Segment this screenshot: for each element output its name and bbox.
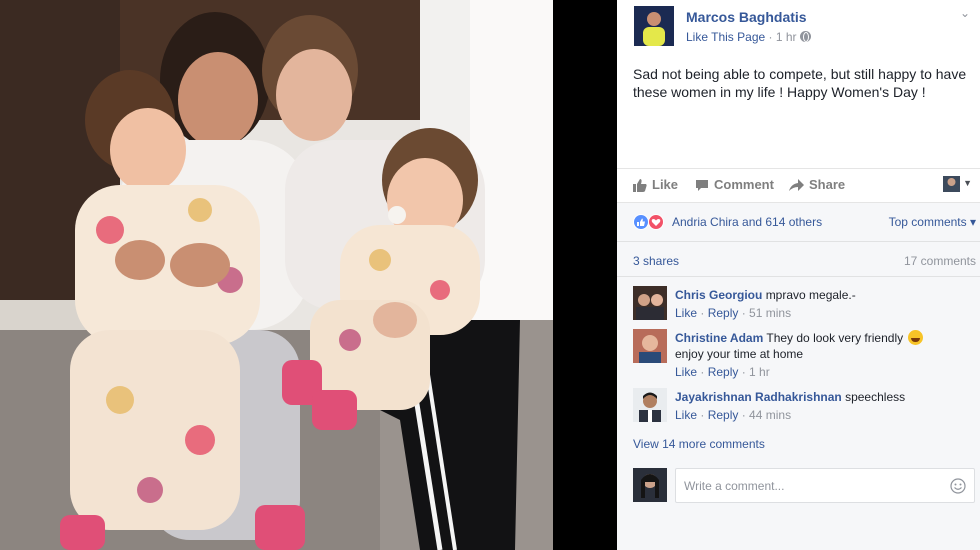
emoji-picker-icon[interactable] <box>950 478 966 494</box>
post-header: Marcos Baghdatis Like This Page · 1 hr ⌄ <box>617 0 980 55</box>
page-name[interactable]: Marcos Baghdatis <box>686 9 807 25</box>
grinning-emoji-icon <box>908 330 924 345</box>
like-page-link[interactable]: Like This Page <box>686 30 765 44</box>
comment-text: speechless <box>845 390 906 404</box>
comment-body: Christine Adam They do look very friendl… <box>675 330 980 380</box>
comment-label: Comment <box>714 177 774 192</box>
reactions-summary[interactable]: Andria Chira and 614 others <box>672 215 822 229</box>
post-options-chevron-icon[interactable]: ⌄ <box>960 6 970 20</box>
post-panel: Marcos Baghdatis Like This Page · 1 hr ⌄… <box>617 0 980 550</box>
comment-text-line2: enjoy your time at home <box>675 347 804 361</box>
like-label: Like <box>652 177 679 192</box>
commenter-avatar-image <box>633 388 667 422</box>
commenter-avatar[interactable] <box>633 286 667 320</box>
comment-author[interactable]: Chris Georgiou <box>675 288 762 302</box>
comment-reply-link[interactable]: Reply <box>708 365 739 379</box>
viewer-avatar[interactable] <box>943 176 960 192</box>
globe-icon <box>799 31 811 42</box>
comments-count[interactable]: 17 comments <box>904 254 976 268</box>
reactions-row: Andria Chira and 614 others Top comments… <box>617 203 980 241</box>
comment-meta: Like · Reply · 51 mins <box>675 306 792 320</box>
commenter-avatar-image <box>633 329 667 363</box>
shares-row: 3 shares 17 comments <box>617 241 980 277</box>
like-button[interactable]: Like <box>633 177 678 192</box>
family-photo-illustration <box>0 0 553 550</box>
share-button[interactable]: Share <box>789 177 845 192</box>
comment-author[interactable]: Christine Adam <box>675 331 763 345</box>
comment-like-link[interactable]: Like <box>675 408 697 422</box>
comment-like-link[interactable]: Like <box>675 306 697 320</box>
love-icon <box>648 214 665 230</box>
reaction-icons[interactable] <box>633 214 665 233</box>
comment-composer <box>617 464 980 550</box>
commenter-avatar[interactable] <box>633 388 667 422</box>
composer-avatar-image <box>633 468 667 502</box>
comment-text: mpravo megale.- <box>765 288 856 302</box>
commenter-avatar[interactable] <box>633 329 667 363</box>
comments-list: Chris Georgiou mpravo megale.- Like · Re… <box>617 277 980 464</box>
share-icon <box>789 179 804 191</box>
page-avatar[interactable] <box>634 6 674 46</box>
commenter-avatar-image <box>633 286 667 320</box>
post-meta: Like This Page · 1 hr <box>686 30 811 44</box>
comment-meta: Like · Reply · 44 mins <box>675 408 792 422</box>
comment-time[interactable]: 44 mins <box>749 408 791 422</box>
action-bar: Like Comment Share ▼ <box>617 168 980 203</box>
comment-icon <box>696 180 708 191</box>
comment-time[interactable]: 1 hr <box>749 365 770 379</box>
shares-count[interactable]: 3 shares <box>633 254 679 268</box>
top-comments-dropdown[interactable]: Top comments ▾ <box>889 215 976 229</box>
like-icon <box>633 214 649 230</box>
page-avatar-image <box>634 6 674 46</box>
thumbs-up-icon <box>633 179 647 192</box>
caret-down-icon[interactable]: ▼ <box>963 178 972 188</box>
meta-separator: · <box>765 30 776 44</box>
comment-meta: Like · Reply · 1 hr <box>675 365 770 379</box>
comment-body: Jayakrishnan Radhakrishnan speechless Li… <box>675 389 980 423</box>
comment-time[interactable]: 51 mins <box>749 306 791 320</box>
photo-viewer <box>0 0 617 550</box>
share-label: Share <box>809 177 846 192</box>
view-more-comments-link[interactable]: View 14 more comments <box>633 437 765 451</box>
comment-button[interactable]: Comment <box>695 177 774 192</box>
comment-reply-link[interactable]: Reply <box>708 306 739 320</box>
comment-text: They do look very friendly <box>766 331 904 345</box>
comment-like-link[interactable]: Like <box>675 365 697 379</box>
comment-author[interactable]: Jayakrishnan Radhakrishnan <box>675 390 842 404</box>
comment-reply-link[interactable]: Reply <box>708 408 739 422</box>
post-photo[interactable] <box>0 0 553 550</box>
composer-avatar <box>633 468 667 502</box>
post-time[interactable]: 1 hr <box>776 30 797 44</box>
viewer-avatar-image <box>943 176 960 192</box>
comment-body: Chris Georgiou mpravo megale.- Like · Re… <box>675 287 980 321</box>
post-text: Sad not being able to compete, but still… <box>633 66 967 100</box>
comment-input[interactable] <box>675 468 975 503</box>
